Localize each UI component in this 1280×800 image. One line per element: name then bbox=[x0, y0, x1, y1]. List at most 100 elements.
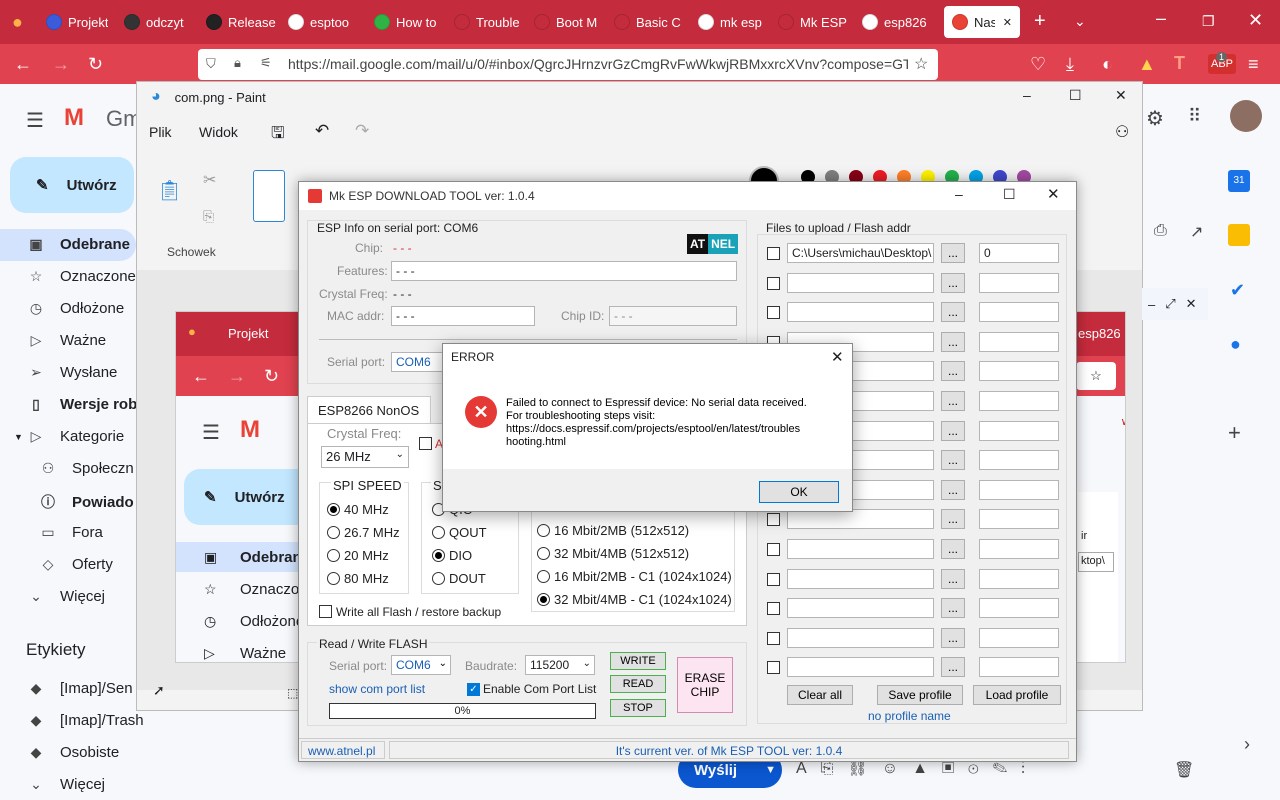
load-profile-button[interactable]: Load profile bbox=[973, 685, 1061, 705]
sidebar-item[interactable]: ◷ Odłożone bbox=[28, 300, 124, 317]
sidebar-item[interactable]: ▷ Kategorie bbox=[28, 428, 125, 445]
account-icon[interactable]: ⚇ bbox=[1115, 122, 1129, 142]
file-path-field[interactable] bbox=[787, 539, 934, 559]
file-path-field[interactable] bbox=[787, 627, 934, 648]
print-icon[interactable]: ⎙ bbox=[1154, 222, 1167, 240]
browse-button[interactable]: ... bbox=[941, 302, 965, 323]
firefox-icon[interactable]: ● bbox=[12, 12, 23, 32]
permissions-icon[interactable]: ⚟ bbox=[260, 55, 272, 71]
sidebar-item[interactable]: ☆ Oznaczone bbox=[28, 268, 136, 285]
flash-addr-field[interactable] bbox=[979, 361, 1059, 382]
url-bar[interactable]: ⛉ 🔒︎ ⚟ https://mail.google.com/mail/u/0/… bbox=[198, 49, 938, 80]
browser-tab[interactable]: mk esp bbox=[698, 6, 770, 38]
browser-tab[interactable]: Boot M bbox=[534, 6, 606, 38]
expand-categories-icon[interactable]: ▼ bbox=[14, 432, 23, 442]
browse-button[interactable]: ... bbox=[941, 243, 965, 263]
file-path-field[interactable] bbox=[787, 568, 934, 589]
file-checkbox[interactable] bbox=[767, 513, 780, 527]
sidebar-item[interactable]: ◇ Oferty bbox=[40, 556, 113, 573]
browse-button[interactable]: ... bbox=[941, 598, 965, 619]
show-com-port-link[interactable]: show com port list bbox=[329, 682, 425, 696]
sidebar-item[interactable]: ▭ Fora bbox=[40, 524, 102, 541]
extension-icon[interactable]: ◐ bbox=[1102, 54, 1113, 74]
browse-button[interactable]: ... bbox=[941, 420, 965, 441]
lock-icon[interactable]: 🔒︎ bbox=[234, 55, 241, 71]
label-item[interactable]: ◆ [Imap]/Trash bbox=[28, 712, 144, 729]
file-checkbox[interactable] bbox=[767, 661, 780, 675]
bookmark-star-icon[interactable]: ☆ bbox=[914, 54, 928, 74]
write-button[interactable]: WRITE bbox=[610, 652, 666, 670]
baud-select[interactable]: 115200 ⌄ bbox=[525, 655, 595, 675]
flash-addr-field[interactable] bbox=[979, 391, 1059, 411]
label-item[interactable]: ◆ Osobiste bbox=[28, 744, 120, 761]
flash-addr-field[interactable] bbox=[979, 598, 1059, 619]
label-item[interactable]: ◆ [Imap]/Sen bbox=[28, 680, 133, 697]
tab-esp8266-nonos[interactable]: ESP8266 NonOS bbox=[307, 396, 431, 424]
spi-mode-radio[interactable] bbox=[432, 526, 445, 539]
browser-tab[interactable]: esptoo bbox=[288, 6, 360, 38]
new-tab-icon[interactable]: + bbox=[1034, 11, 1046, 31]
file-checkbox[interactable] bbox=[767, 543, 780, 556]
browser-tab[interactable]: Trouble bbox=[454, 6, 526, 38]
browse-button[interactable]: ... bbox=[941, 568, 965, 589]
browser-tab[interactable]: odczyt bbox=[124, 6, 196, 38]
flash-addr-field[interactable] bbox=[979, 509, 1059, 530]
sidebar-item[interactable]: ▷ Ważne bbox=[28, 332, 107, 349]
browser-tab[interactable]: Projekt bbox=[46, 6, 118, 38]
sidebar-item[interactable]: ▣ Odebrane bbox=[28, 236, 130, 253]
file-path-field[interactable] bbox=[787, 272, 934, 293]
file-path-field[interactable] bbox=[787, 657, 934, 678]
flash-addr-field[interactable] bbox=[979, 331, 1059, 352]
rw-serial-select[interactable]: COM6 ⌄ bbox=[391, 655, 451, 675]
stop-button[interactable]: STOP bbox=[610, 699, 666, 717]
spi-speed-radio[interactable] bbox=[327, 572, 340, 585]
extension-t-icon[interactable]: T bbox=[1174, 53, 1185, 73]
file-path-field[interactable] bbox=[787, 598, 934, 619]
flash-addr-field[interactable] bbox=[979, 302, 1059, 323]
sidebar-item[interactable]: ⓘ Powiado bbox=[40, 492, 134, 512]
menu-icon[interactable]: ≡ bbox=[1248, 54, 1259, 74]
gmail-logo-icon[interactable]: M bbox=[64, 104, 84, 132]
extension-bolt-icon[interactable]: ▲ bbox=[1138, 54, 1156, 74]
write-all-checkbox[interactable] bbox=[319, 605, 332, 618]
flash-addr-field[interactable] bbox=[979, 450, 1059, 471]
compose-button[interactable]: ✎ Utwórz bbox=[10, 157, 134, 213]
add-panel-icon[interactable]: + bbox=[1228, 420, 1241, 446]
esp-maximize-icon[interactable]: ☐ bbox=[1003, 186, 1016, 203]
browse-button[interactable]: ... bbox=[941, 509, 965, 530]
crystal-select[interactable]: 26 MHz ⌄ bbox=[321, 446, 409, 468]
tab-close-icon[interactable]: ✕ bbox=[1003, 16, 1012, 29]
open-new-window-icon[interactable]: ↗ bbox=[1190, 222, 1203, 242]
flash-size-radio[interactable] bbox=[537, 593, 550, 606]
paint-close-icon[interactable]: ✕ bbox=[1115, 87, 1127, 104]
main-menu-icon[interactable]: ☰ bbox=[26, 108, 44, 133]
paste-icon[interactable]: 📋︎ bbox=[157, 178, 182, 203]
settings-icon[interactable]: ⚙ bbox=[1146, 106, 1164, 131]
forward-icon[interactable]: → bbox=[52, 54, 70, 74]
reload-icon[interactable]: ↻ bbox=[88, 54, 103, 74]
send-options-chevron-icon[interactable]: ▼ bbox=[765, 764, 776, 776]
chevron-right-icon[interactable]: › bbox=[1244, 734, 1250, 755]
erase-chip-button[interactable]: ERASE CHIP bbox=[677, 657, 733, 713]
clear-all-button[interactable]: Clear all bbox=[787, 685, 853, 705]
redo-icon[interactable]: ↷ bbox=[355, 121, 369, 141]
shield-icon[interactable]: ⛉ bbox=[206, 56, 216, 72]
file-checkbox[interactable] bbox=[767, 631, 780, 645]
esp-minimize-icon[interactable]: – bbox=[955, 186, 963, 202]
pocket-icon[interactable]: ♡ bbox=[1030, 54, 1046, 74]
browse-button[interactable]: ... bbox=[941, 361, 965, 382]
sidebar-item[interactable]: ▯ Wersje rob bbox=[28, 396, 137, 413]
apps-grid-icon[interactable]: ⠿ bbox=[1188, 106, 1201, 127]
browse-button[interactable]: ... bbox=[941, 331, 965, 352]
browse-button[interactable]: ... bbox=[941, 479, 965, 500]
browse-button[interactable]: ... bbox=[941, 627, 965, 648]
browse-button[interactable]: ... bbox=[941, 272, 965, 293]
file-path-field[interactable]: C:\Users\michau\Desktop\ bbox=[787, 243, 934, 263]
close-window-icon[interactable]: ✕ bbox=[1248, 10, 1263, 30]
trash-icon[interactable]: 🗑︎ bbox=[1174, 760, 1194, 780]
flash-addr-field[interactable]: 0 bbox=[979, 243, 1059, 263]
paint-minimize-icon[interactable]: – bbox=[1023, 87, 1031, 103]
menu-file[interactable]: Plik bbox=[149, 124, 172, 140]
spi-speed-radio[interactable] bbox=[327, 503, 340, 516]
status-website[interactable]: www.atnel.pl bbox=[301, 741, 385, 759]
